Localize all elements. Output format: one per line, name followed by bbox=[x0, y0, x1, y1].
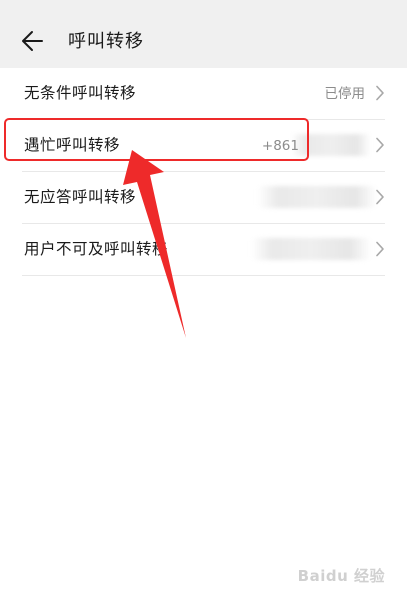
status-bar bbox=[0, 0, 407, 16]
chevron-right-icon bbox=[376, 241, 384, 257]
page-title: 呼叫转移 bbox=[68, 31, 144, 52]
blurred-number bbox=[291, 134, 371, 156]
list-item-unreachable[interactable]: 用户不可及呼叫转移 bbox=[22, 224, 385, 276]
blurred-number bbox=[257, 186, 377, 208]
back-button[interactable] bbox=[20, 28, 54, 56]
chevron-right-icon bbox=[376, 137, 384, 153]
list-item-number: +861 bbox=[261, 138, 299, 154]
call-forwarding-list: 无条件呼叫转移 已停用 遇忙呼叫转移 +861 无应答呼叫转移 用户不可及呼叫转… bbox=[0, 68, 407, 276]
chevron-right-icon bbox=[376, 85, 384, 101]
list-item-no-answer[interactable]: 无应答呼叫转移 bbox=[22, 172, 385, 224]
list-item-busy[interactable]: 遇忙呼叫转移 +861 bbox=[22, 120, 385, 172]
chevron-right-icon bbox=[376, 189, 384, 205]
list-item-label: 遇忙呼叫转移 bbox=[24, 136, 121, 154]
list-item-status: 已停用 bbox=[324, 86, 366, 102]
list-item-label: 用户不可及呼叫转移 bbox=[24, 240, 169, 258]
list-item-label: 无应答呼叫转移 bbox=[24, 188, 137, 206]
back-arrow-icon bbox=[22, 31, 43, 51]
blurred-number bbox=[251, 238, 371, 260]
list-item-unconditional[interactable]: 无条件呼叫转移 已停用 bbox=[22, 68, 385, 120]
watermark: Baidu 经验 bbox=[297, 567, 385, 585]
list-item-label: 无条件呼叫转移 bbox=[24, 84, 137, 102]
header-bar: 呼叫转移 bbox=[0, 16, 407, 68]
